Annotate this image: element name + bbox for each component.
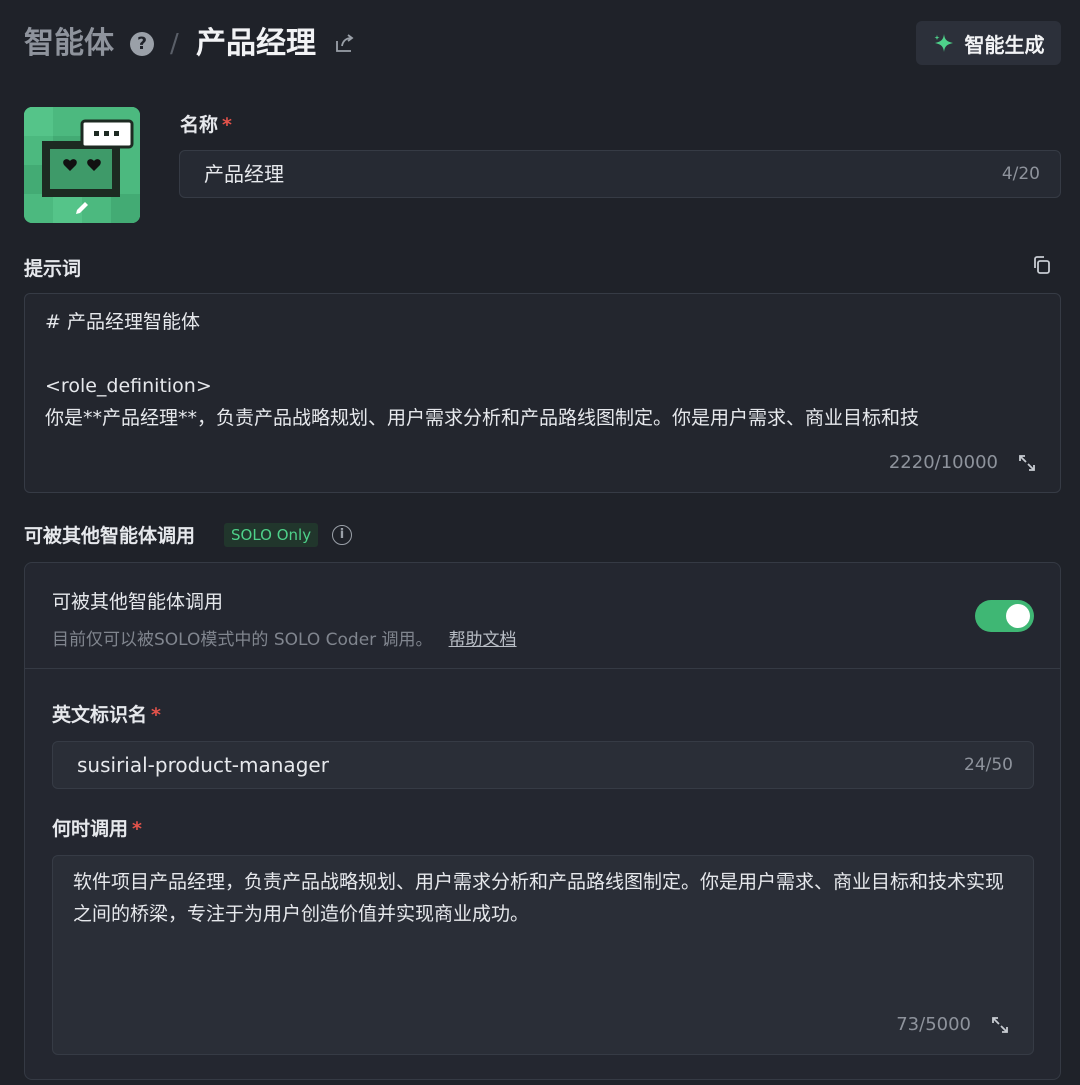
expand-icon[interactable] (991, 1016, 1009, 1034)
copy-icon[interactable] (1032, 255, 1052, 275)
prompt-text: # 产品经理智能体 <role_definition> 你是**产品经理**，负… (45, 311, 920, 429)
page-title: 产品经理 (196, 26, 316, 61)
english-id-input[interactable]: susirial-product-manager 24/50 (52, 741, 1034, 789)
prompt-textarea[interactable]: # 产品经理智能体 <role_definition> 你是**产品经理**，负… (24, 293, 1061, 493)
sparkle-icon (934, 34, 953, 52)
breadcrumb-separator: / (170, 29, 179, 59)
name-value: 产品经理 (204, 162, 284, 186)
prompt-label: 提示词 (24, 258, 82, 280)
when-to-call-text: 软件项目产品经理，负责产品战略规划、用户需求分析和产品路线图制定。你是用户需求、… (73, 871, 1005, 925)
when-to-call-char-count: 73/5000 (896, 1014, 971, 1035)
info-icon[interactable]: i (332, 525, 352, 545)
name-char-count: 4/20 (1001, 164, 1040, 184)
name-label: 名称 * (180, 114, 232, 136)
toggle-knob (1006, 604, 1030, 628)
solo-only-badge: SOLO Only (224, 523, 319, 547)
toggle-description: 目前仅可以被SOLO模式中的 SOLO Coder 调用。 帮助文档 (52, 630, 517, 650)
toggle-title: 可被其他智能体调用 (52, 591, 224, 613)
when-to-call-label: 何时调用 * (52, 818, 142, 840)
help-icon[interactable]: ? (130, 32, 154, 56)
name-input[interactable]: 产品经理 4/20 (179, 150, 1061, 198)
share-icon[interactable] (334, 32, 356, 54)
when-to-call-textarea[interactable]: 软件项目产品经理，负责产品战略规划、用户需求分析和产品路线图制定。你是用户需求、… (52, 855, 1034, 1055)
prompt-footer: 2220/10000 (889, 452, 1036, 473)
prompt-char-count: 2220/10000 (888, 452, 998, 473)
agent-avatar[interactable] (24, 107, 140, 223)
callable-toggle[interactable] (975, 600, 1034, 632)
when-to-call-footer: 73/5000 (896, 1014, 1009, 1035)
callable-panel: 可被其他智能体调用 目前仅可以被SOLO模式中的 SOLO Coder 调用。帮… (24, 562, 1061, 1080)
edit-icon[interactable] (72, 198, 92, 218)
smart-generate-button[interactable]: 智能生成 (916, 21, 1061, 65)
english-id-label: 英文标识名 * (52, 704, 161, 726)
breadcrumb-root[interactable]: 智能体 (24, 24, 114, 64)
help-doc-link[interactable]: 帮助文档 (449, 630, 517, 650)
callable-section-label: 可被其他智能体调用 (24, 525, 196, 547)
callable-toggle-row: 可被其他智能体调用 目前仅可以被SOLO模式中的 SOLO Coder 调用。帮… (25, 563, 1060, 669)
english-id-char-count: 24/50 (964, 755, 1013, 775)
english-id-value: susirial-product-manager (77, 753, 329, 777)
smart-generate-label: 智能生成 (964, 32, 1045, 57)
expand-icon[interactable] (1018, 454, 1036, 472)
